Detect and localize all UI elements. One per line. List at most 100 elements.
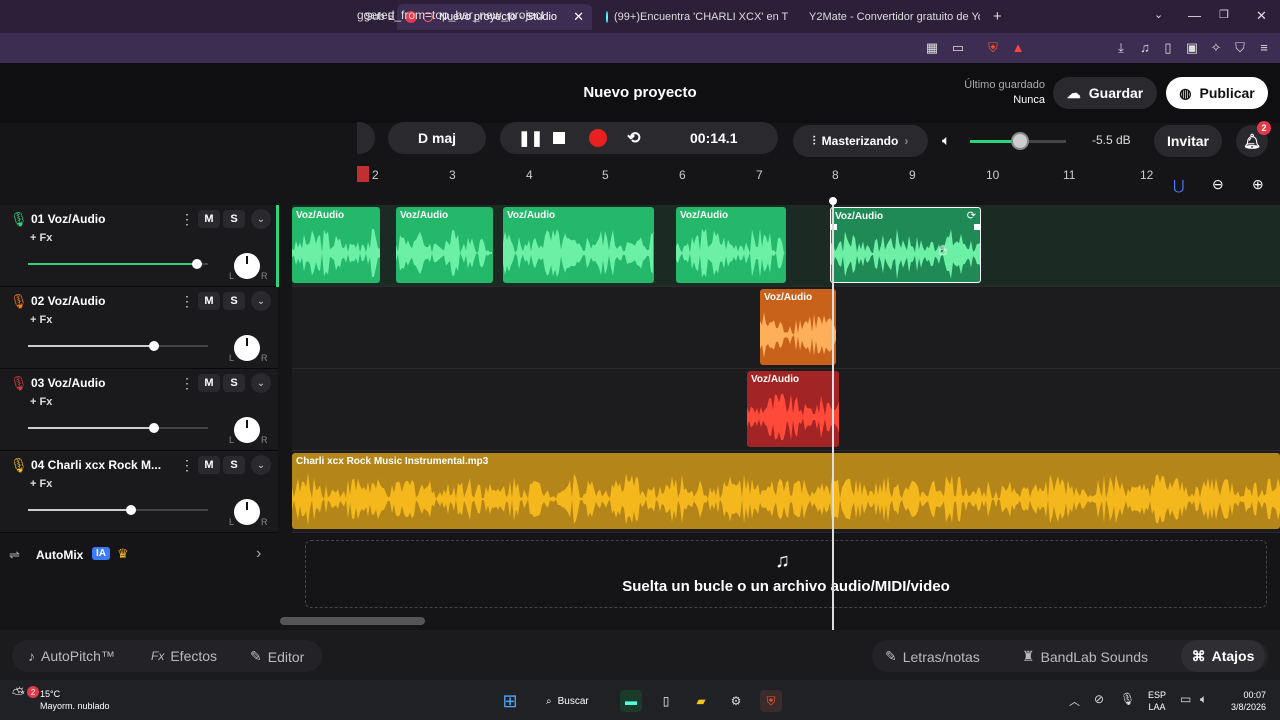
editor-button[interactable]: ✎ Editor [250, 648, 304, 665]
brave-icon[interactable]: ⛨ [760, 690, 782, 712]
file-icon[interactable]: ▯ [655, 690, 677, 712]
master-volume-slider[interactable] [970, 132, 1066, 150]
track-header-1[interactable]: 🎙︎ 01 Voz/Audio + Fx ⋮ M S ⌄ L R [0, 205, 278, 287]
track-header-2[interactable]: 🎙︎ 02 Voz/Audio + Fx ⋮ M S ⌄ L R [0, 287, 278, 369]
shortcuts-button[interactable]: ⌘ Atajos [1181, 640, 1265, 672]
extension-icon[interactable]: ▦ [924, 40, 940, 56]
volume-icon[interactable]: 🔈︎ [1200, 692, 1207, 707]
leo-ai-icon[interactable]: ✧ [1208, 40, 1224, 56]
audio-clip[interactable]: Voz/Audio [292, 207, 380, 283]
volume-knob[interactable] [192, 259, 202, 269]
notifications-button[interactable]: 🔔︎ 2 [1236, 121, 1271, 157]
tab-tiktok[interactable]: (99+)Encuentra 'CHARLI XCX' en Tik [598, 4, 788, 30]
task-app-icon[interactable]: ▬ [620, 690, 642, 712]
tab-y2mate[interactable]: Y2Mate - Convertidor gratuito de You [795, 4, 980, 30]
chevron-down-icon[interactable]: ⌄ [251, 291, 271, 311]
track-menu-icon[interactable]: ⋮ [180, 457, 194, 474]
track-volume-slider[interactable] [28, 259, 208, 269]
url-field[interactable]: ggered_from=top_bar_new_project [357, 8, 544, 22]
maximize-icon[interactable]: ❐ [1219, 8, 1229, 21]
new-tab-icon[interactable]: + [993, 8, 1002, 25]
audio-clip[interactable]: Voz/Audio [503, 207, 654, 283]
vpn-icon[interactable]: ⛉ [1232, 40, 1248, 56]
zoom-in-icon[interactable]: ⊕ [1252, 176, 1264, 193]
pan-knob[interactable] [234, 499, 260, 525]
bandlab-sounds-button[interactable]: ♜ BandLab Sounds [1022, 648, 1148, 665]
record-icon[interactable] [589, 129, 607, 147]
track-volume-slider[interactable] [28, 423, 208, 433]
folder-icon[interactable]: ▰ [690, 690, 712, 712]
volume-knob[interactable] [149, 423, 159, 433]
pan-knob[interactable] [234, 335, 260, 361]
chevron-down-icon[interactable]: ⌄ [251, 455, 271, 475]
horizontal-scrollbar[interactable] [280, 617, 425, 625]
mute-button[interactable]: M [198, 292, 220, 310]
loop-clip-icon[interactable]: ⟳ [967, 209, 976, 222]
publish-button[interactable]: ◍ Publicar [1166, 77, 1268, 109]
audio-clip[interactable]: Voz/Audio [747, 371, 839, 447]
weather-widget[interactable]: 15°C Mayorm. nublado [40, 688, 110, 712]
audio-clip[interactable]: Charli xcx Rock Music Instrumental.mp3 [292, 453, 1280, 529]
track-header-4[interactable]: 🎙︎ 04 Charli xcx Rock M... + Fx ⋮ M S ⌄ … [0, 451, 278, 533]
snap-magnet-icon[interactable]: ⋃ [1173, 177, 1184, 194]
language-indicator[interactable]: ESP LAA [1148, 689, 1166, 713]
audio-clip[interactable]: Voz/Audio [396, 207, 493, 283]
speaker-icon[interactable]: 🔈︎ [942, 132, 950, 149]
key-selector[interactable]: D maj [388, 122, 486, 154]
track-header-3[interactable]: 🎙︎ 03 Voz/Audio + Fx ⋮ M S ⌄ L R [0, 369, 278, 451]
chevron-up-icon[interactable]: ︿ [1069, 693, 1080, 709]
windows-start-icon[interactable]: ⊞ [499, 690, 521, 712]
mastering-button[interactable]: ⫶ Masterizando › [793, 125, 928, 157]
pause-icon[interactable]: ❚❚ [518, 129, 543, 147]
solo-button[interactable]: S [223, 374, 245, 392]
lyrics-button[interactable]: ✎ Letras/notas [885, 648, 980, 665]
clock[interactable]: 00:07 3/8/2026 [1222, 689, 1266, 713]
cast-icon[interactable]: ▭ [950, 40, 966, 56]
track-volume-slider[interactable] [28, 341, 208, 351]
close-tab-icon[interactable]: ✕ [573, 9, 584, 25]
microphone-icon[interactable]: 🎙︎ [1120, 692, 1135, 706]
solo-button[interactable]: S [223, 210, 245, 228]
track-menu-icon[interactable]: ⋮ [180, 293, 194, 310]
tab-list-chevron-icon[interactable]: ⌄ [1154, 8, 1163, 21]
pan-knob[interactable] [234, 417, 260, 443]
track-menu-icon[interactable]: ⋮ [180, 375, 194, 392]
invite-button[interactable]: Invitar [1154, 125, 1222, 157]
zoom-out-icon[interactable]: ⊖ [1212, 176, 1224, 193]
track-name[interactable]: 03 Voz/Audio [31, 376, 105, 390]
add-fx-button[interactable]: + Fx [30, 478, 52, 490]
menu-icon[interactable]: ≡ [1256, 40, 1272, 55]
playhead-handle[interactable] [829, 197, 837, 205]
loop-start-marker[interactable] [357, 166, 369, 182]
taskbar-search[interactable]: ⌕ Buscar [536, 690, 606, 712]
volume-knob[interactable] [126, 505, 136, 515]
master-volume-knob[interactable] [1011, 132, 1029, 150]
brave-rewards-icon[interactable]: ▲ [1010, 40, 1026, 55]
loop-icon[interactable]: ⟲ [627, 128, 640, 148]
wallet-icon[interactable]: ▣ [1184, 40, 1200, 56]
minimize-icon[interactable]: — [1188, 8, 1201, 23]
stop-icon[interactable] [553, 132, 565, 144]
track-name[interactable]: 02 Voz/Audio [31, 294, 105, 308]
add-fx-button[interactable]: + Fx [30, 314, 52, 326]
effects-button[interactable]: Fx Efectos [151, 648, 217, 664]
mute-button[interactable]: M [198, 456, 220, 474]
track-menu-icon[interactable]: ⋮ [180, 211, 194, 228]
save-button[interactable]: ☁ Guardar [1053, 77, 1157, 109]
settings-icon[interactable]: ⚙ [725, 690, 747, 712]
close-window-icon[interactable]: ✕ [1256, 8, 1267, 24]
autopitch-button[interactable]: ♪ AutoPitch™ [28, 648, 115, 664]
project-title[interactable]: Nuevo proyecto [540, 84, 740, 101]
audio-clip[interactable]: Voz/Audio ⟳ ✋︎ [830, 207, 981, 283]
chevron-down-icon[interactable]: ⌄ [251, 373, 271, 393]
audio-clip[interactable]: Voz/Audio [676, 207, 786, 283]
solo-button[interactable]: S [223, 456, 245, 474]
add-fx-button[interactable]: + Fx [30, 232, 52, 244]
mute-button[interactable]: M [198, 374, 220, 392]
media-icon[interactable]: ♫ [1137, 40, 1153, 55]
brave-shield-icon[interactable]: ⛨ [985, 40, 1001, 56]
playhead[interactable] [832, 200, 834, 630]
sidebar-icon[interactable]: ▯ [1160, 40, 1176, 56]
mute-button[interactable]: M [198, 210, 220, 228]
clip-trim-handle-right[interactable] [974, 224, 980, 230]
